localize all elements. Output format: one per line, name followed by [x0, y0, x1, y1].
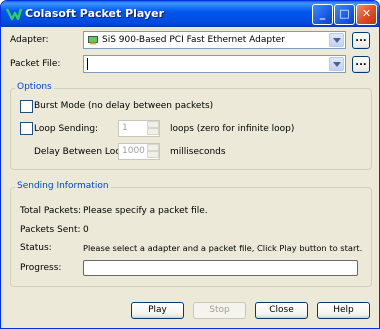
packet-file-label: Packet File: [10, 59, 61, 69]
spin-up-icon[interactable] [147, 144, 159, 151]
stop-button[interactable]: Stop [193, 302, 246, 319]
help-button[interactable]: Help [317, 302, 370, 319]
loop-sending-checkbox[interactable] [20, 122, 33, 135]
adapter-label: Adapter: [10, 35, 49, 45]
chevron-down-icon[interactable] [329, 57, 344, 71]
packet-player-window: Colasoft Packet Player _ □ ✕ Adapter: Si… [0, 0, 380, 329]
title-bar[interactable]: Colasoft Packet Player _ □ ✕ [1, 1, 379, 27]
delay-value: 1000 [122, 146, 145, 156]
window-title: Colasoft Packet Player [25, 7, 165, 20]
progress-bar [83, 260, 358, 276]
loop-count-stepper[interactable]: 1 [118, 120, 160, 137]
play-button[interactable]: Play [131, 302, 184, 319]
delay-unit: milliseconds [170, 147, 226, 157]
burst-mode-label: Burst Mode (no delay between packets) [34, 101, 214, 111]
options-group-title: Options [15, 82, 54, 92]
spin-up-icon[interactable] [147, 121, 159, 128]
loop-hint: loops (zero for infinite loop) [170, 124, 295, 134]
maximize-button[interactable]: □ [334, 4, 355, 25]
minimize-button[interactable]: _ [312, 4, 333, 25]
app-logo-icon [6, 8, 22, 21]
total-packets-label: Total Packets: [20, 206, 82, 216]
progress-label: Progress: [20, 263, 62, 273]
status-value: Please select a adapter and a packet fil… [83, 243, 363, 253]
packets-sent-value: 0 [83, 225, 89, 235]
adapter-value: SiS 900-Based PCI Fast Ethernet Adapter [102, 35, 285, 45]
close-button[interactable]: Close [255, 302, 308, 319]
network-adapter-icon [88, 36, 98, 45]
status-label: Status: [20, 243, 52, 253]
spin-down-icon[interactable] [147, 151, 159, 158]
spin-down-icon[interactable] [147, 128, 159, 135]
adapter-browse-button[interactable]: ... [352, 32, 370, 49]
packets-sent-label: Packets Sent: [20, 225, 81, 235]
chevron-down-icon[interactable] [329, 33, 344, 47]
text-cursor [87, 58, 88, 70]
adapter-select[interactable]: SiS 900-Based PCI Fast Ethernet Adapter [83, 31, 346, 49]
delay-stepper[interactable]: 1000 [118, 143, 160, 160]
packet-file-browse-button[interactable]: ... [352, 56, 370, 73]
close-window-button[interactable]: ✕ [356, 4, 377, 25]
loop-count-value: 1 [122, 123, 128, 133]
burst-mode-checkbox[interactable] [20, 100, 33, 113]
loop-sending-label: Loop Sending: [34, 124, 99, 134]
sending-info-group-title: Sending Information [15, 181, 111, 191]
packet-file-select[interactable] [83, 55, 346, 73]
total-packets-value: Please specify a packet file. [83, 206, 208, 216]
